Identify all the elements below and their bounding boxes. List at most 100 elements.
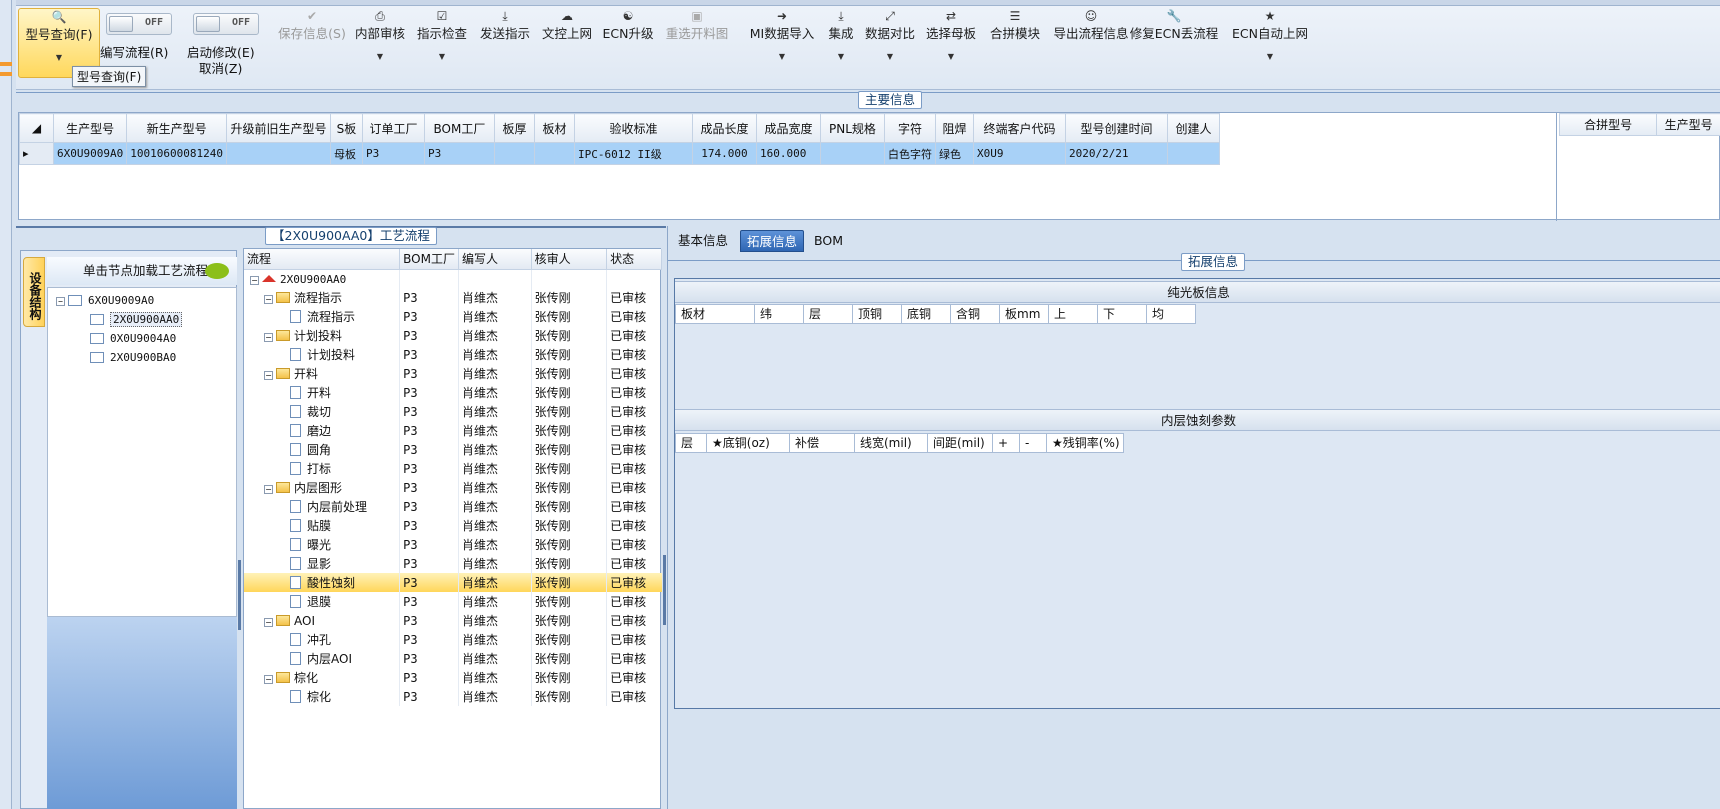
col-header[interactable]: 板厚 xyxy=(493,113,535,143)
col-header[interactable]: 板材 xyxy=(533,113,575,143)
integration-button[interactable]: ⤓ 集成 ▼ xyxy=(824,8,858,78)
col-header[interactable]: 新生产型号 xyxy=(126,113,227,143)
col-header[interactable]: 终端客户代码 xyxy=(972,113,1066,143)
write-process-label[interactable]: 编写流程(R) xyxy=(100,42,168,61)
col-header[interactable]: 合拼型号 xyxy=(1558,113,1658,136)
tree-node[interactable]: 2X0U900AA0 xyxy=(90,312,183,327)
mi-data-import-button[interactable]: ➜ MI数据导入 ▼ xyxy=(738,8,826,78)
data-compare-button[interactable]: ⤢ 数据对比 ▼ xyxy=(862,8,918,78)
col-header[interactable]: 生产型号 xyxy=(52,113,128,143)
process-row[interactable]: 磨边 P3 肖维杰 张传刚 已审核 xyxy=(244,421,662,440)
document-icon xyxy=(290,443,301,456)
main-info-title: 主要信息 xyxy=(858,91,923,109)
process-row[interactable]: 开料 P3 肖维杰 张传刚 已审核 xyxy=(244,383,662,402)
tree-node[interactable]: 2X0U900BA0 xyxy=(90,351,176,364)
reselect-cutting-diagram-button[interactable]: ▣ 重选开料图 xyxy=(658,8,736,78)
chevron-down-icon[interactable]: ▼ xyxy=(920,52,982,61)
col-header[interactable]: PNL规格 xyxy=(819,113,885,143)
col-header[interactable]: 验收标准 xyxy=(573,113,693,143)
process-row[interactable]: 内层前处理 P3 肖维杰 张传刚 已审核 xyxy=(244,497,662,516)
col-header[interactable]: 核审人 xyxy=(531,249,608,270)
tab-extended-info[interactable]: 拓展信息 xyxy=(740,230,805,252)
process-row[interactable]: 贴膜 P3 肖维杰 张传刚 已审核 xyxy=(244,516,662,535)
col-header[interactable]: 订单工厂 xyxy=(361,113,425,143)
process-row[interactable]: − AOI P3 肖维杰 张传刚 已审核 xyxy=(244,611,662,630)
save-info-button[interactable]: ✔ 保存信息(S) xyxy=(270,8,354,78)
process-row[interactable]: − 内层图形 P3 肖维杰 张传刚 已审核 xyxy=(244,478,662,497)
device-structure-tab[interactable]: 设备结构 xyxy=(23,257,45,327)
table-row[interactable]: ▸ 6X0U9009A0 10010600081240 母板 P3 P3 IPC… xyxy=(19,142,1220,165)
process-row[interactable]: 裁切 P3 肖维杰 张传刚 已审核 xyxy=(244,402,662,421)
write-process-toggle[interactable]: OFF xyxy=(106,13,172,35)
col-header[interactable]: 生产型号 xyxy=(1656,113,1720,136)
col-header[interactable]: 升级前旧生产型号 xyxy=(225,113,331,143)
col-header: 层 xyxy=(675,433,707,453)
instruction-check-button[interactable]: ☑ 指示检查 ▼ xyxy=(412,8,472,78)
send-instruction-button[interactable]: ⤓ 发送指示 xyxy=(475,8,535,78)
col-header[interactable]: 创建人 xyxy=(1166,113,1220,143)
col-header[interactable]: 状态 xyxy=(606,249,662,270)
col-header[interactable]: 流程 xyxy=(244,249,401,270)
col-header[interactable]: 字符 xyxy=(883,113,936,143)
collapse-icon[interactable]: − xyxy=(264,675,273,684)
chevron-down-icon[interactable]: ▼ xyxy=(862,52,918,61)
col-header[interactable]: 编写人 xyxy=(458,249,532,270)
tab-basic-info[interactable]: 基本信息 xyxy=(672,230,734,252)
col-header[interactable]: 阻焊 xyxy=(934,113,974,143)
collapse-icon[interactable]: − xyxy=(264,295,273,304)
collapse-icon[interactable]: − xyxy=(264,333,273,342)
process-row[interactable]: 圆角 P3 肖维杰 张传刚 已审核 xyxy=(244,440,662,459)
chevron-down-icon[interactable]: ▼ xyxy=(19,53,99,62)
process-row[interactable]: 显影 P3 肖维杰 张传刚 已审核 xyxy=(244,554,662,573)
cancel-label[interactable]: 取消(Z) xyxy=(199,58,242,77)
process-row[interactable]: − 开料 P3 肖维杰 张传刚 已审核 xyxy=(244,364,662,383)
process-row[interactable]: 棕化 P3 肖维杰 张传刚 已审核 xyxy=(244,687,662,706)
process-row[interactable]: 内层AOI P3 肖维杰 张传刚 已审核 xyxy=(244,649,662,668)
col-header[interactable]: 型号创建时间 xyxy=(1064,113,1168,143)
chevron-down-icon[interactable]: ▼ xyxy=(412,52,472,61)
col-header[interactable]: 成品长度 xyxy=(691,113,757,143)
repair-ecn-lost-process-button[interactable]: 🔧 修复ECN丢流程 xyxy=(1124,8,1224,78)
tab-bom[interactable]: BOM xyxy=(808,230,849,252)
tree-node[interactable]: −6X0U9009A0 xyxy=(56,294,154,307)
process-row[interactable]: 曝光 P3 肖维杰 张传刚 已审核 xyxy=(244,535,662,554)
process-row[interactable]: 酸性蚀刻 P3 肖维杰 张传刚 已审核 xyxy=(244,573,662,592)
writer: 肖维杰 xyxy=(458,459,532,478)
col-header[interactable]: S板 xyxy=(329,113,363,143)
chevron-down-icon[interactable]: ▼ xyxy=(738,52,826,61)
process-row[interactable]: 退膜 P3 肖维杰 张传刚 已审核 xyxy=(244,592,662,611)
import-icon: ➜ xyxy=(776,9,788,23)
chevron-down-icon[interactable]: ▼ xyxy=(824,52,858,61)
col-header[interactable]: BOM工厂 xyxy=(423,113,495,143)
process-row[interactable]: − 棕化 P3 肖维杰 张传刚 已审核 xyxy=(244,668,662,687)
process-row[interactable]: 计划投料 P3 肖维杰 张传刚 已审核 xyxy=(244,345,662,364)
internal-review-button[interactable]: ⎙ 内部审核 ▼ xyxy=(350,8,410,78)
process-row[interactable]: 流程指示 P3 肖维杰 张传刚 已审核 xyxy=(244,307,662,326)
chevron-down-icon[interactable]: ▼ xyxy=(1218,52,1322,61)
start-modify-toggle[interactable]: OFF xyxy=(193,13,259,35)
ecn-auto-online-button[interactable]: ★ ECN自动上网 ▼ xyxy=(1218,8,1322,78)
collapse-icon[interactable]: − xyxy=(264,371,273,380)
collapse-icon[interactable]: − xyxy=(264,485,273,494)
splitter-handle[interactable] xyxy=(663,555,666,625)
doc-control-online-button[interactable]: ☁ 文控上网 xyxy=(537,8,597,78)
structure-tree: −6X0U9009A0 2X0U900AA0 0X0U9004A0 2X0U90… xyxy=(47,287,237,617)
status: 已审核 xyxy=(610,538,647,552)
splitter-handle[interactable] xyxy=(238,560,241,630)
merge-module-button[interactable]: ☰ 合拼模块 xyxy=(984,8,1046,78)
ecn-upgrade-button[interactable]: ☯ ECN升级 xyxy=(601,8,655,78)
select-motherboard-button[interactable]: ⇄ 选择母板 ▼ xyxy=(920,8,982,78)
col-header[interactable]: BOM工厂 xyxy=(399,249,459,270)
collapse-icon[interactable]: − xyxy=(264,617,273,627)
status: 已审核 xyxy=(610,462,647,476)
process-row[interactable]: − 计划投料 P3 肖维杰 张传刚 已审核 xyxy=(244,326,662,345)
process-row[interactable]: 冲孔 P3 肖维杰 张传刚 已审核 xyxy=(244,630,662,649)
col-header[interactable]: 成品宽度 xyxy=(755,113,821,143)
process-row[interactable]: 打标 P3 肖维杰 张传刚 已审核 xyxy=(244,459,662,478)
export-process-info-button[interactable]: ☺ 导出流程信息 xyxy=(1048,8,1134,78)
process-row[interactable]: − 流程指示 P3 肖维杰 张传刚 已审核 xyxy=(244,288,662,307)
process-root-row[interactable]: −2X0U900AA0 xyxy=(244,269,662,288)
tree-node[interactable]: 0X0U9004A0 xyxy=(90,332,176,345)
bom-factory: P3 xyxy=(399,345,459,364)
chevron-down-icon[interactable]: ▼ xyxy=(350,52,410,61)
